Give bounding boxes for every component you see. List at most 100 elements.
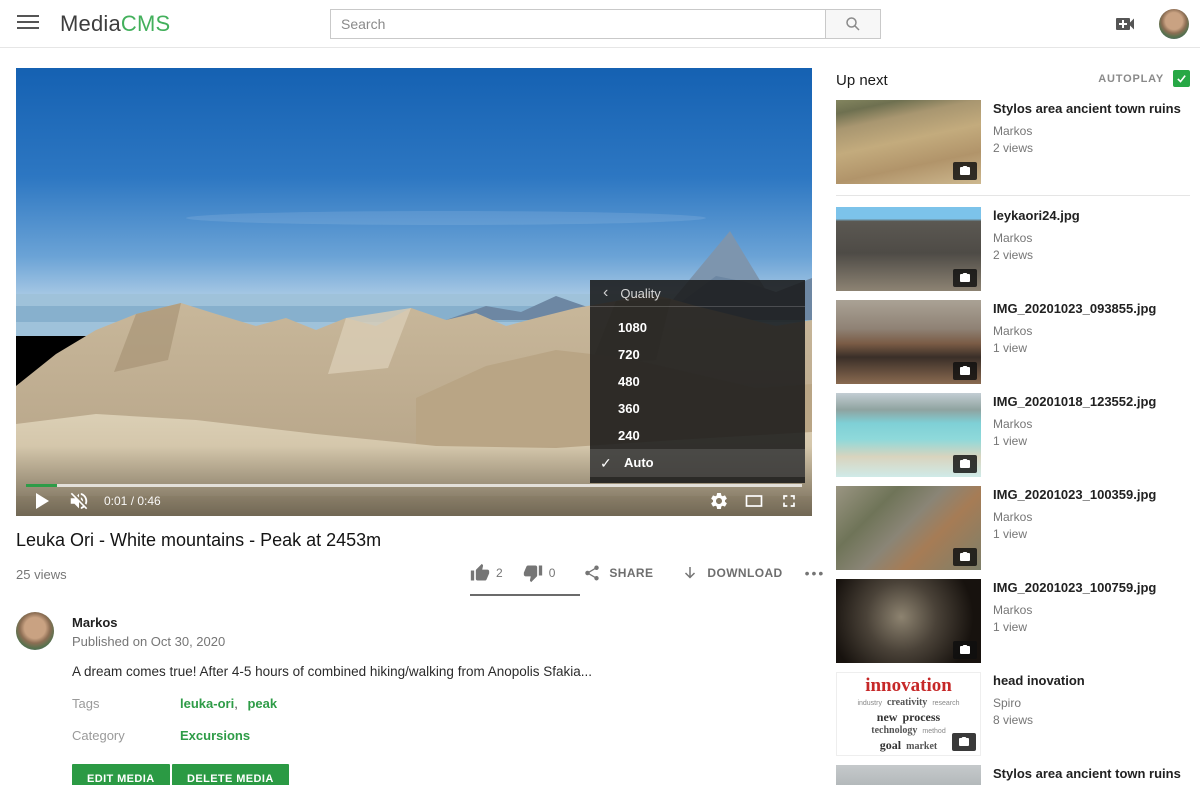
camera-icon: [958, 736, 970, 748]
views-count: 25 views: [16, 567, 67, 582]
search-bar: [330, 9, 881, 39]
checkmark-icon: [1175, 72, 1188, 85]
item-title[interactable]: IMG_20201018_123552.jpg: [993, 394, 1156, 410]
share-button[interactable]: SHARE: [583, 564, 653, 582]
camera-icon: [959, 644, 971, 656]
up-next-item[interactable]: Stylos area ancient town ruins: [836, 765, 1190, 785]
logo[interactable]: MediaCMS: [60, 11, 170, 37]
user-avatar[interactable]: [1159, 9, 1189, 39]
item-views: 1 view: [993, 527, 1156, 541]
item-title[interactable]: head inovation: [993, 673, 1085, 689]
tag-link-peak[interactable]: peak: [247, 696, 277, 711]
video-thumbnail[interactable]: [836, 579, 981, 663]
item-title[interactable]: Stylos area ancient town ruins: [993, 101, 1181, 117]
up-next-item[interactable]: innovation industry creativity research …: [836, 672, 1190, 756]
item-title[interactable]: Stylos area ancient town ruins: [993, 766, 1181, 782]
quality-menu: ‹ Quality 1080 720 480 360 240 ✓ Auto: [590, 280, 805, 483]
play-button[interactable]: [36, 493, 49, 509]
video-thumbnail[interactable]: [836, 100, 981, 184]
search-button[interactable]: [825, 9, 881, 39]
up-next-item[interactable]: Stylos area ancient town ruins Markos 2 …: [836, 100, 1190, 196]
check-icon: ✓: [600, 449, 618, 477]
quality-option-360[interactable]: 360: [590, 395, 805, 422]
item-author: Spiro: [993, 696, 1085, 710]
video-thumbnail[interactable]: [836, 765, 981, 785]
camera-icon: [959, 165, 971, 177]
item-views: 8 views: [993, 713, 1085, 727]
item-author: Markos: [993, 417, 1156, 431]
category-link[interactable]: Excursions: [180, 728, 250, 743]
autoplay-toggle[interactable]: AUTOPLAY: [1098, 70, 1190, 87]
gear-icon: [709, 491, 729, 511]
up-next-item[interactable]: IMG_20201023_093855.jpg Markos 1 view: [836, 300, 1190, 384]
mediacms-page: MediaCMS: [0, 0, 1200, 785]
up-next-item[interactable]: IMG_20201018_123552.jpg Markos 1 view: [836, 393, 1190, 477]
download-icon: [681, 564, 699, 582]
player-controls: 0:01 / 0:46: [16, 486, 812, 516]
author-avatar[interactable]: [16, 612, 54, 650]
quality-menu-back[interactable]: ‹ Quality: [590, 280, 805, 307]
quality-option-480[interactable]: 480: [590, 368, 805, 395]
delete-media-button[interactable]: DELETE MEDIA: [172, 764, 289, 785]
download-button[interactable]: DOWNLOAD: [681, 564, 782, 582]
quality-option-1080[interactable]: 1080: [590, 314, 805, 341]
item-views: 2 views: [993, 248, 1080, 262]
video-thumbnail[interactable]: [836, 393, 981, 477]
menu-icon[interactable]: [17, 15, 39, 33]
wordcloud-word: creativity: [887, 698, 927, 708]
tags-list: leuka-ori, peak: [180, 696, 277, 711]
quality-option-720[interactable]: 720: [590, 341, 805, 368]
quality-option-auto[interactable]: ✓ Auto: [590, 449, 805, 477]
fullscreen-icon: [779, 491, 799, 511]
item-author: Markos: [993, 510, 1156, 524]
theater-mode-button[interactable]: [744, 491, 764, 511]
item-views: 1 view: [993, 341, 1156, 355]
author-name[interactable]: Markos: [72, 615, 118, 630]
wordcloud-word: industry: [857, 700, 882, 707]
video-player[interactable]: ‹ Quality 1080 720 480 360 240 ✓ Auto: [16, 68, 812, 516]
video-thumbnail[interactable]: [836, 207, 981, 291]
category-label: Category: [72, 728, 125, 743]
settings-button[interactable]: [709, 491, 729, 511]
video-thumbnail[interactable]: [836, 300, 981, 384]
share-label: SHARE: [609, 566, 653, 580]
quality-option-240[interactable]: 240: [590, 422, 805, 449]
camera-icon: [959, 365, 971, 377]
video-thumbnail[interactable]: innovation industry creativity research …: [836, 672, 981, 756]
autoplay-checkbox[interactable]: [1173, 70, 1190, 87]
item-title[interactable]: IMG_20201023_100359.jpg: [993, 487, 1156, 503]
wordcloud-word: market: [906, 742, 937, 752]
like-button[interactable]: 2: [470, 563, 503, 583]
item-title[interactable]: IMG_20201023_100759.jpg: [993, 580, 1156, 596]
item-author: Markos: [993, 124, 1181, 138]
up-next-item[interactable]: IMG_20201023_100759.jpg Markos 1 view: [836, 579, 1190, 663]
autoplay-label: AUTOPLAY: [1098, 73, 1164, 85]
up-next-item[interactable]: IMG_20201023_100359.jpg Markos 1 view: [836, 486, 1190, 570]
item-author: Markos: [993, 603, 1156, 617]
dislike-button[interactable]: 0: [523, 563, 556, 583]
action-bar: 2 0 SHARE DOWNLOAD •••: [470, 556, 810, 590]
rating-bar: [470, 594, 580, 596]
item-title[interactable]: leykaori24.jpg: [993, 208, 1080, 224]
volume-off-icon: [68, 490, 90, 512]
search-input[interactable]: [330, 9, 826, 39]
fullscreen-button[interactable]: [779, 491, 799, 511]
mute-button[interactable]: [68, 490, 90, 512]
up-next-item[interactable]: leykaori24.jpg Markos 2 views: [836, 207, 1190, 291]
dislike-count: 0: [549, 566, 556, 580]
video-thumbnail[interactable]: [836, 486, 981, 570]
page-title: Leuka Ori - White mountains - Peak at 24…: [16, 530, 381, 551]
wordcloud-word: new: [877, 711, 898, 723]
upload-media-button[interactable]: [1112, 12, 1138, 36]
tag-link-leuka-ori[interactable]: leuka-ori: [180, 696, 234, 711]
thumb-up-icon: [470, 563, 490, 583]
quality-options: 1080 720 480 360 240 ✓ Auto: [590, 307, 805, 477]
edit-media-button[interactable]: EDIT MEDIA: [72, 764, 170, 785]
item-views: 2 views: [993, 141, 1181, 155]
more-options-button[interactable]: •••: [805, 565, 826, 581]
wordcloud-word: goal: [880, 739, 901, 751]
item-views: 1 view: [993, 620, 1156, 634]
item-title[interactable]: IMG_20201023_093855.jpg: [993, 301, 1156, 317]
wordcloud-word: process: [902, 711, 940, 723]
wordcloud-word: research: [932, 700, 959, 707]
